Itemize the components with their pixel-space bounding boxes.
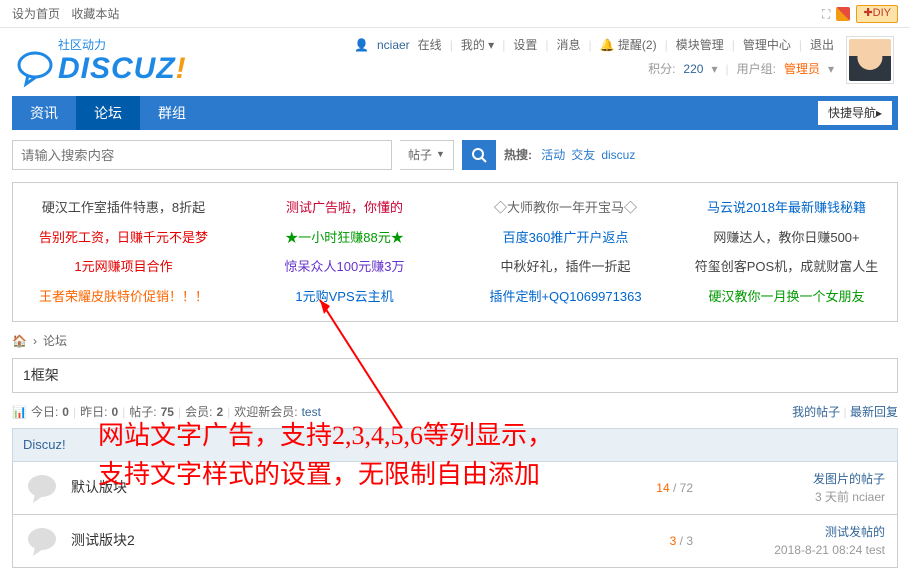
- breadcrumb-home-icon[interactable]: 🏠: [12, 332, 27, 350]
- ad-link[interactable]: 1元网赚项目合作: [74, 259, 172, 274]
- ads-block: 硬汉工作室插件特惠，8折起 测试广告啦，你懂的 ◇大师教你一年开宝马◇ 马云说2018…: [12, 182, 898, 322]
- search-input[interactable]: [12, 140, 392, 170]
- ad-link[interactable]: ★一小时狂赚88元★: [285, 230, 403, 245]
- ad-link[interactable]: 马云说2018年最新赚钱秘籍: [707, 200, 866, 215]
- forum-name-link[interactable]: 默认版块: [71, 479, 127, 495]
- ad-link[interactable]: 硬汉教你一月换一个女朋友: [708, 289, 864, 304]
- hot-link[interactable]: 活动: [541, 148, 565, 162]
- set-home-link[interactable]: 设为首页: [12, 7, 60, 21]
- main-nav: 资讯论坛群组 快捷导航 ▸: [12, 96, 898, 130]
- hot-label: 热搜:: [504, 148, 532, 162]
- expand-icon[interactable]: ⛶: [822, 5, 830, 23]
- board-header[interactable]: Discuz!: [12, 428, 898, 462]
- user-icon: 👤: [354, 36, 369, 54]
- bell-icon: 🔔: [600, 38, 615, 52]
- messages-link[interactable]: 消息: [556, 36, 580, 54]
- ad-link[interactable]: 测试广告啦，你懂的: [286, 200, 403, 215]
- ad-link[interactable]: 硬汉工作室插件特惠，8折起: [42, 200, 205, 215]
- quicknav-button[interactable]: 快捷导航 ▸: [818, 101, 892, 125]
- ad-link[interactable]: 百度360推广开户返点: [503, 230, 629, 245]
- forum-icon: [25, 471, 59, 505]
- last-post-link[interactable]: 发图片的帖子: [813, 472, 885, 486]
- search-type-select[interactable]: 帖子 ▼: [400, 140, 454, 170]
- frame-title: 1框架: [12, 358, 898, 393]
- nav-item-1[interactable]: 论坛: [76, 96, 140, 130]
- avatar[interactable]: [846, 36, 894, 84]
- username-link[interactable]: nciaer: [377, 36, 410, 54]
- palette-icon[interactable]: [836, 7, 850, 21]
- ad-link[interactable]: 符玺创客POS机，成就财富人生: [695, 259, 878, 274]
- forum-icon: [25, 524, 59, 558]
- search-button[interactable]: [462, 140, 496, 170]
- usergroup-label: 用户组:: [737, 60, 776, 78]
- credits-label: 积分:: [648, 60, 675, 78]
- my-posts-link[interactable]: 我的帖子: [792, 405, 840, 419]
- ad-link[interactable]: 中秋好礼，插件一折起: [500, 259, 630, 274]
- search-icon: [471, 147, 487, 163]
- settings-link[interactable]: 设置: [513, 36, 537, 54]
- nav-item-0[interactable]: 资讯: [12, 96, 76, 130]
- last-post-link[interactable]: 测试发帖的: [825, 525, 885, 539]
- module-manage-link[interactable]: 模块管理: [676, 36, 724, 54]
- usergroup-value[interactable]: 管理员: [784, 60, 820, 78]
- remind-link[interactable]: 🔔 提醒(2): [600, 36, 657, 54]
- admin-center-link[interactable]: 管理中心: [743, 36, 791, 54]
- hot-link[interactable]: discuz: [601, 148, 635, 162]
- logo[interactable]: 社区动力 DISCUZ!: [16, 36, 187, 88]
- ad-link[interactable]: 网赚达人，教你日赚500+: [713, 230, 859, 245]
- ad-link[interactable]: 1元购VPS云主机: [295, 289, 393, 304]
- breadcrumb-forum[interactable]: 论坛: [43, 332, 67, 350]
- logout-link[interactable]: 退出: [810, 36, 834, 54]
- credits-value[interactable]: 220: [683, 60, 703, 78]
- online-status: 在线: [418, 36, 442, 54]
- forum-name-link[interactable]: 测试版块2: [71, 532, 135, 548]
- ad-link[interactable]: ◇大师教你一年开宝马◇: [494, 200, 637, 215]
- ad-link[interactable]: 告别死工资，日赚千元不是梦: [39, 230, 208, 245]
- ad-link[interactable]: 王者荣耀皮肤特价促销！！！: [39, 289, 208, 304]
- my-menu[interactable]: 我的 ▾: [461, 36, 494, 54]
- nav-item-2[interactable]: 群组: [140, 96, 204, 130]
- diy-button[interactable]: ✚ DIY: [856, 5, 898, 23]
- chart-icon[interactable]: 📊: [12, 403, 27, 421]
- ad-link[interactable]: 惊呆众人100元赚3万: [285, 259, 405, 274]
- hot-link[interactable]: 交友: [571, 148, 595, 162]
- ad-link[interactable]: 插件定制+QQ1069971363: [489, 289, 641, 304]
- new-member-link[interactable]: test: [302, 403, 321, 421]
- fav-site-link[interactable]: 收藏本站: [71, 7, 119, 21]
- latest-reply-link[interactable]: 最新回复: [850, 405, 898, 419]
